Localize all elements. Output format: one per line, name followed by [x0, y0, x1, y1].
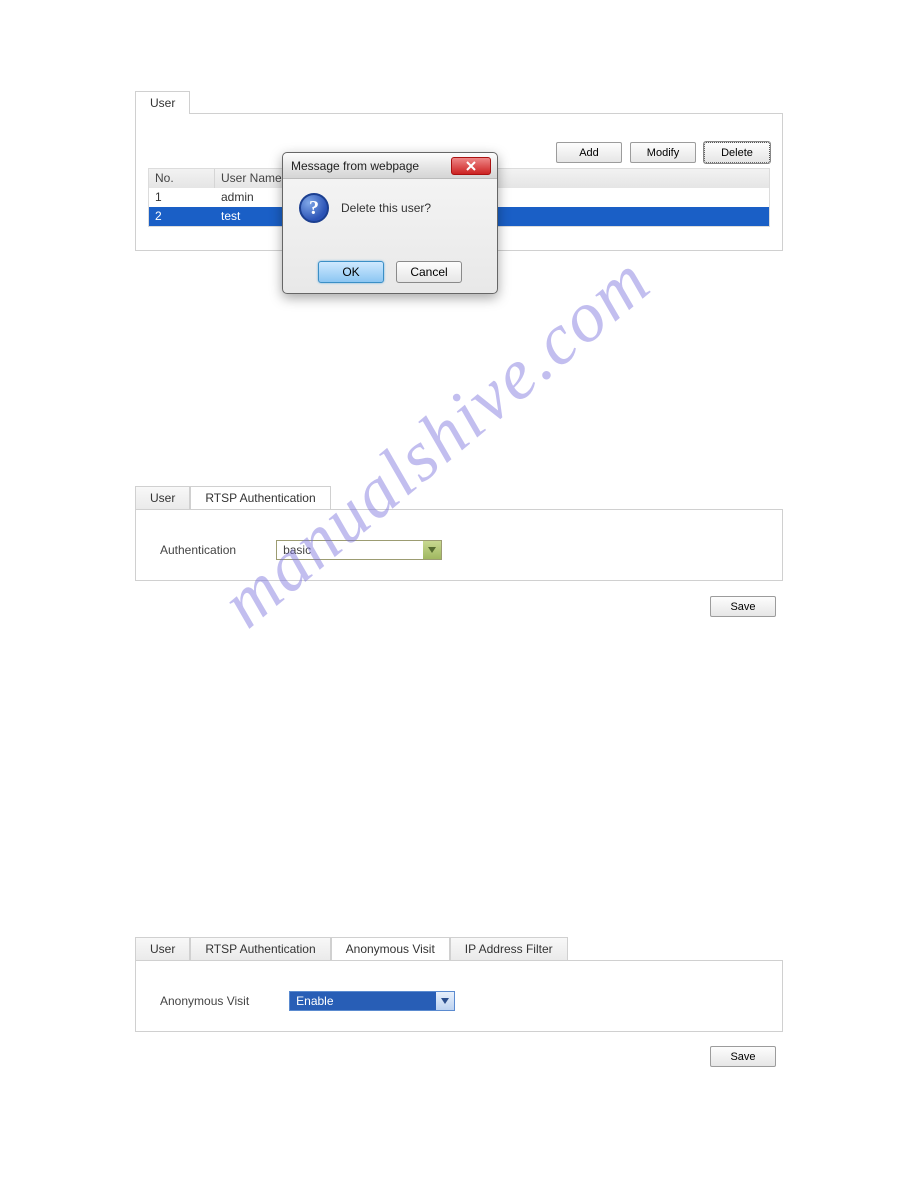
auth-value: basic	[283, 543, 311, 557]
anon-select[interactable]: Enable	[289, 991, 455, 1011]
watermark-text: manualshive.com	[206, 239, 667, 644]
tab-rtsp-auth[interactable]: RTSP Authentication	[190, 486, 330, 509]
tab-user[interactable]: User	[135, 937, 190, 960]
user-toolbar: Add Modify Delete	[556, 142, 770, 163]
panel-rtsp: Authentication basic	[135, 509, 783, 581]
cell-no: 2	[149, 207, 215, 226]
dialog-text: Delete this user?	[341, 201, 431, 215]
tabs-rtsp: User RTSP Authentication	[135, 486, 331, 509]
chevron-down-icon	[436, 992, 454, 1010]
chevron-down-icon	[423, 541, 441, 559]
panel-anon: Anonymous Visit Enable	[135, 960, 783, 1032]
tab-ip-filter[interactable]: IP Address Filter	[450, 937, 568, 960]
question-icon: ?	[299, 193, 329, 223]
tab-user[interactable]: User	[135, 486, 190, 509]
anon-value: Enable	[296, 994, 333, 1008]
anon-row: Anonymous Visit Enable	[160, 991, 455, 1011]
confirm-dialog: Message from webpage ? Delete this user?…	[282, 152, 498, 294]
auth-row: Authentication basic	[160, 540, 442, 560]
cell-no: 1	[149, 188, 215, 207]
save-button[interactable]: Save	[710, 596, 776, 617]
col-no: No.	[149, 169, 215, 188]
save-button[interactable]: Save	[710, 1046, 776, 1067]
dialog-title: Message from webpage	[291, 159, 451, 173]
dialog-title-bar: Message from webpage	[283, 153, 497, 179]
close-icon[interactable]	[451, 157, 491, 175]
ok-button[interactable]: OK	[318, 261, 384, 283]
tabs-user: User	[135, 91, 190, 114]
dialog-buttons: OK Cancel	[283, 261, 497, 283]
tab-user[interactable]: User	[135, 91, 190, 114]
delete-button[interactable]: Delete	[704, 142, 770, 163]
dialog-body: ? Delete this user?	[283, 179, 497, 229]
anon-label: Anonymous Visit	[160, 994, 249, 1008]
modify-button[interactable]: Modify	[630, 142, 696, 163]
tab-anonymous-visit[interactable]: Anonymous Visit	[331, 937, 450, 960]
tabs-anon: User RTSP Authentication Anonymous Visit…	[135, 937, 568, 960]
auth-combo[interactable]: basic	[276, 540, 442, 560]
cancel-button[interactable]: Cancel	[396, 261, 462, 283]
auth-label: Authentication	[160, 543, 236, 557]
tab-rtsp-auth[interactable]: RTSP Authentication	[190, 937, 330, 960]
add-button[interactable]: Add	[556, 142, 622, 163]
